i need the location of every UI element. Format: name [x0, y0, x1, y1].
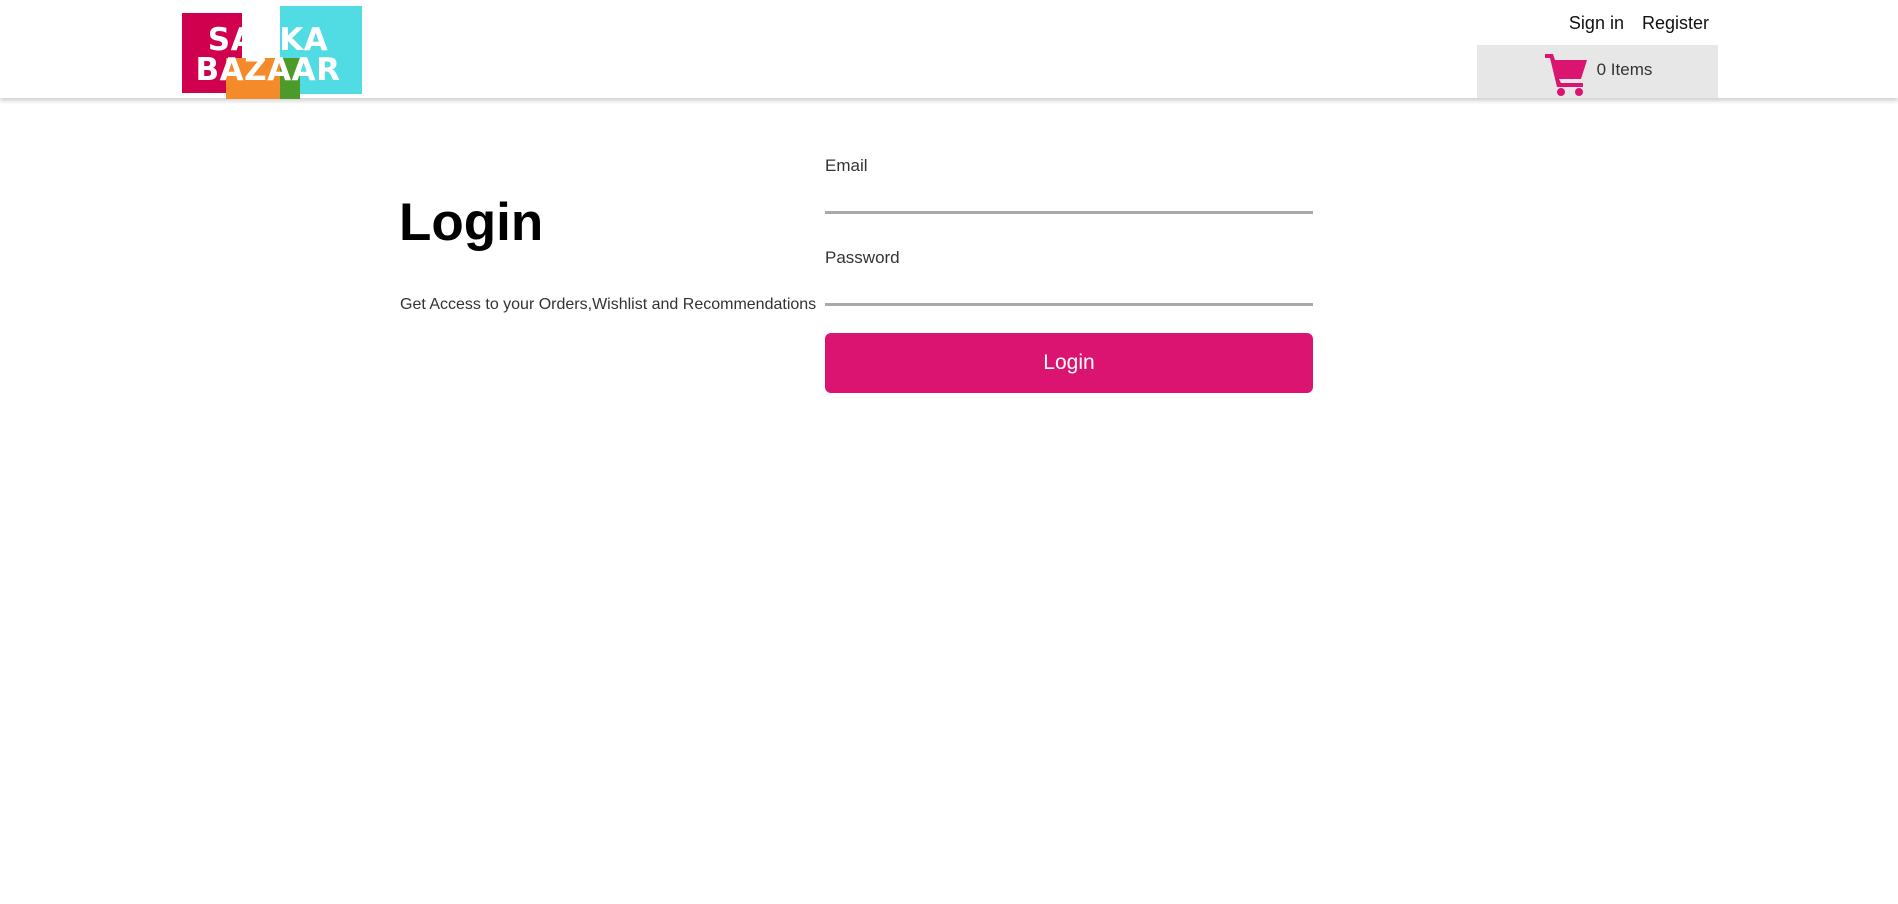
email-field-group: Email — [825, 156, 1313, 214]
sabka-bazaar-logo[interactable]: SABKA BAZAAR — [182, 6, 362, 99]
password-field-group: Password — [825, 248, 1313, 306]
logo-text-line2: BAZAAR — [195, 52, 341, 88]
sign-in-link[interactable]: Sign in — [1569, 13, 1624, 34]
shopping-cart-icon — [1544, 53, 1587, 96]
register-link[interactable]: Register — [1642, 13, 1709, 34]
password-label: Password — [825, 248, 900, 267]
page-title: Login — [399, 193, 544, 252]
login-button[interactable]: Login — [825, 333, 1313, 393]
login-form: Email Password Login — [825, 156, 1313, 393]
cart-button[interactable]: 0 Items — [1477, 45, 1718, 98]
email-label: Email — [825, 156, 868, 175]
cart-item-count: 0 Items — [1596, 59, 1653, 79]
site-header: SABKA BAZAAR Sign in Register 0 Items — [0, 0, 1898, 99]
email-field[interactable] — [825, 180, 1313, 214]
page-subtitle: Get Access to your Orders,Wishlist and R… — [400, 296, 817, 313]
password-field[interactable] — [825, 272, 1313, 306]
auth-links: Sign in Register — [1569, 13, 1709, 34]
